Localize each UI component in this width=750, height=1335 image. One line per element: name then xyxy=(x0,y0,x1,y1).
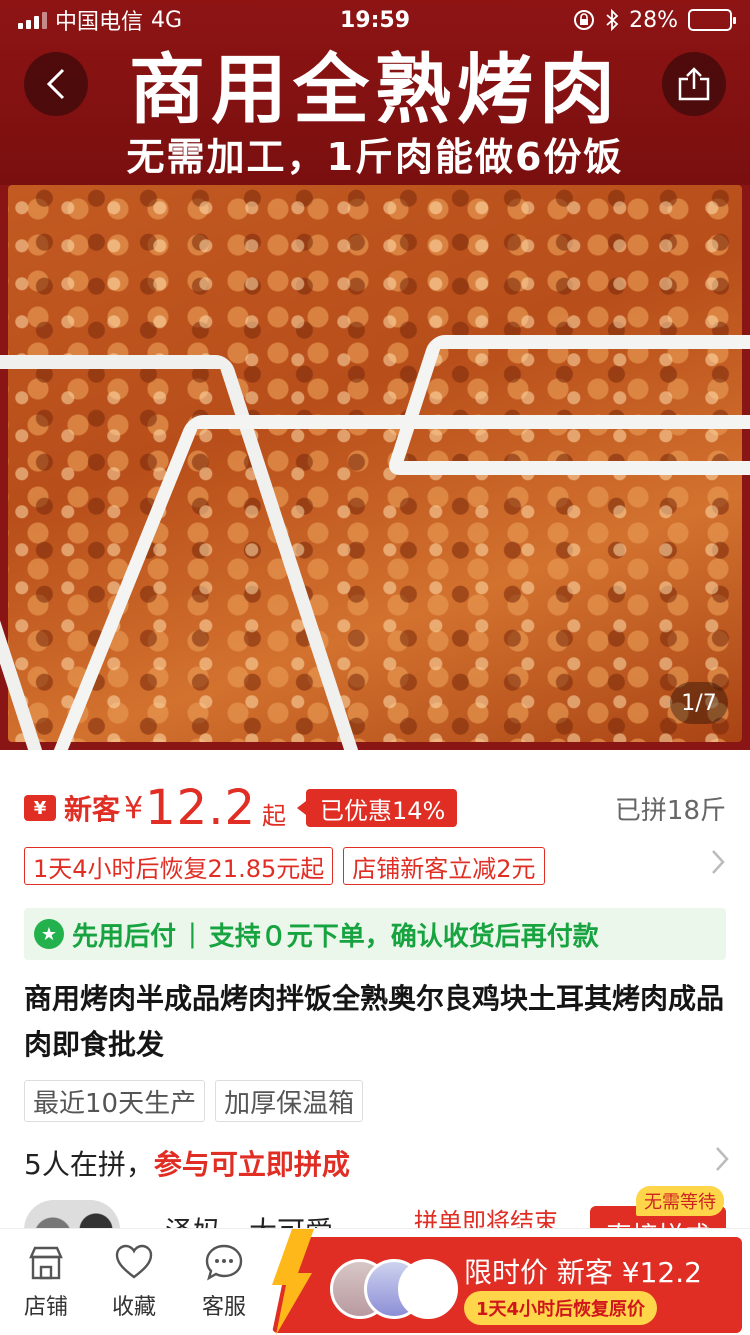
tag-production-date: 最近10天生产 xyxy=(24,1080,206,1122)
currency-symbol: ¥ xyxy=(124,790,144,826)
bluetooth-icon xyxy=(606,9,619,31)
buyer-avatars xyxy=(330,1259,460,1323)
lock-rotation-icon xyxy=(574,10,595,30)
coupon-shop-new-customer[interactable]: 店铺新客立减2元 xyxy=(343,847,545,885)
coupon-yen-icon: ¥ xyxy=(24,795,56,821)
image-pager: 1/7 xyxy=(670,682,728,724)
heart-icon xyxy=(115,1244,153,1279)
service-label: 客服 xyxy=(201,1295,246,1320)
discount-badge: 已优惠14% xyxy=(296,789,458,827)
clock: 19:59 xyxy=(339,7,411,33)
battery-icon xyxy=(688,9,736,31)
product-photo-grilled-meat xyxy=(0,185,750,750)
tag-insulated-box: 加厚保温箱 xyxy=(215,1080,364,1122)
pay-later-icon: ★ xyxy=(34,919,64,949)
chevron-right-icon[interactable] xyxy=(710,848,726,884)
lightning-bolt-icon xyxy=(272,1229,314,1335)
pay-later-description: 支持０元下单，确认收货后再付款 xyxy=(208,921,599,952)
group-highlight: 参与可立即拼成 xyxy=(153,1148,350,1181)
status-bar: 中国电信 4G 19:59 28% xyxy=(0,0,750,40)
battery-percent: 28% xyxy=(629,7,678,33)
price-row: ¥ 新客 ¥ 12.2 起 已优惠14% 已拼18斤 xyxy=(24,778,726,838)
group-buy-summary[interactable]: 5人在拼， 参与可立即拼成 xyxy=(24,1140,730,1186)
favorite-label: 收藏 xyxy=(111,1295,156,1320)
back-button[interactable] xyxy=(24,52,88,116)
network-label: 4G xyxy=(151,7,183,33)
store-icon xyxy=(29,1246,63,1280)
product-tags: 最近10天生产 加厚保温箱 xyxy=(24,1080,364,1122)
pay-later-separator: | xyxy=(188,919,197,949)
hero-title: 商用全熟烤肉 xyxy=(129,45,621,134)
hero-subtitle: 无需加工，1斤肉能做6份饭 xyxy=(126,135,624,179)
buy-restore-note: 1天4小时后恢复原价 xyxy=(464,1291,658,1325)
chat-bubble-icon xyxy=(205,1244,243,1281)
chevron-left-icon xyxy=(46,68,65,100)
pay-later-label: 先用后付 xyxy=(72,921,177,952)
no-wait-badge: 无需等待 xyxy=(636,1186,724,1216)
chevron-right-icon[interactable] xyxy=(714,1145,730,1181)
signal-icon xyxy=(18,11,47,29)
new-customer-label: 新客 xyxy=(64,793,121,826)
price-amount: 12.2 xyxy=(145,780,256,836)
shop-label: 店铺 xyxy=(23,1295,68,1320)
coupon-price-restore[interactable]: 1天4小时后恢复21.85元起 xyxy=(24,847,334,885)
share-icon xyxy=(678,67,710,101)
pay-later-banner[interactable]: ★ 先用后付 | 支持０元下单，确认收货后再付款 xyxy=(24,908,726,960)
sold-count: 已拼18斤 xyxy=(614,795,726,826)
customer-service-button[interactable]: 客服 xyxy=(184,1243,264,1321)
bottom-action-bar: 店铺 收藏 客服 限时价 新客 ¥12.2 1天4小时后恢复原价 xyxy=(0,1228,750,1335)
product-image-carousel[interactable]: 商用全熟烤肉 无需加工，1斤肉能做6份饭 1/7 xyxy=(0,0,750,750)
buy-price-label[interactable]: 限时价 新客 ¥12.2 xyxy=(464,1251,702,1291)
price-suffix: 起 xyxy=(261,801,286,830)
favorite-button[interactable]: 收藏 xyxy=(94,1243,174,1321)
carrier-label: 中国电信 xyxy=(55,10,144,35)
product-title: 商用烤肉半成品烤肉拌饭全熟奥尔良鸡块土耳其烤肉成品肉即食批发 xyxy=(24,982,725,1061)
share-button[interactable] xyxy=(662,52,726,116)
shop-button[interactable]: 店铺 xyxy=(6,1243,86,1321)
group-count: 5人在拼， xyxy=(24,1148,154,1181)
coupon-row[interactable]: 1天4小时后恢复21.85元起 店铺新客立减2元 xyxy=(24,846,726,886)
avatar xyxy=(398,1259,458,1319)
